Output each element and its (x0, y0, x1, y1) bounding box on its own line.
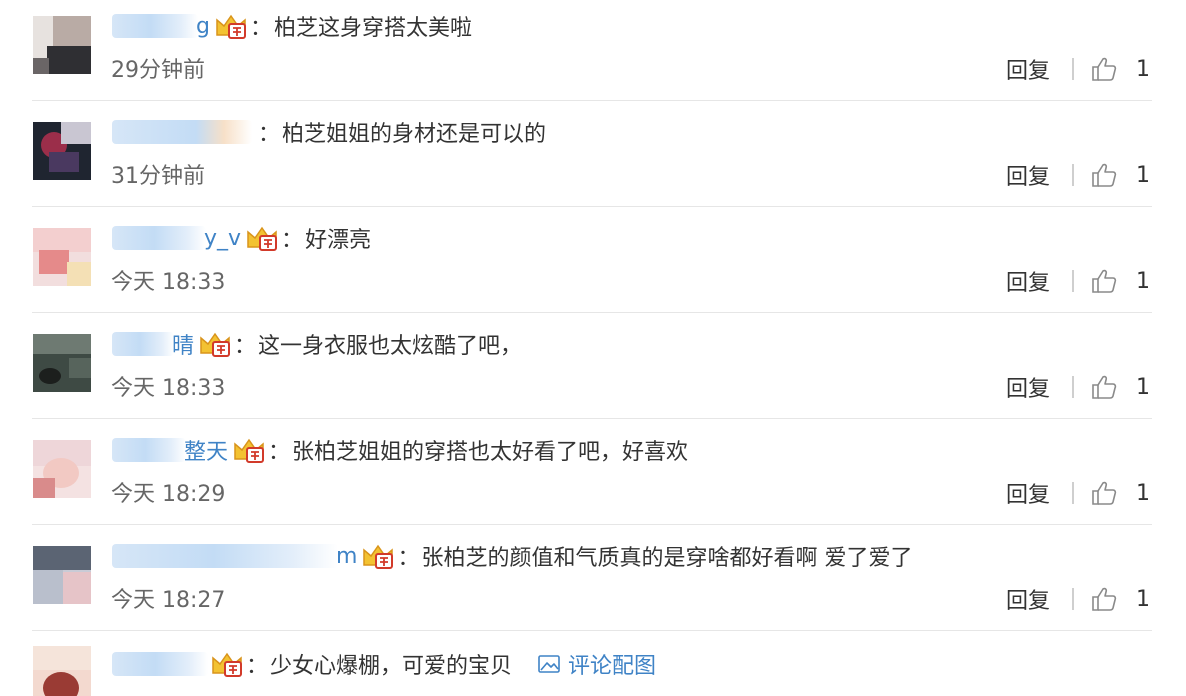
reply-button[interactable]: 回复 (1006, 371, 1050, 403)
avatar[interactable] (33, 228, 91, 286)
reply-button[interactable]: 回复 (1006, 477, 1050, 509)
avatar[interactable] (33, 122, 91, 180)
vip-crown-icon (200, 332, 231, 357)
comment-time: 29分钟前 (111, 58, 205, 83)
thumbs-up-icon[interactable] (1090, 479, 1118, 507)
comment-item: 晴 ： 这一身衣服也太炫酷了吧， 今天 18:33 回复 1 (0, 318, 1186, 424)
username-blurred[interactable] (112, 544, 338, 568)
comment-time: 今天 18:33 (111, 270, 226, 295)
comment-text: 张柏芝姐姐的穿搭也太好看了吧，好喜欢 (292, 440, 689, 465)
comment-item: 整天 ： 张柏芝姐姐的穿搭也太好看了吧，好喜欢 今天 18:29 回复 1 (0, 424, 1186, 530)
comment-actions: 回复 1 (1006, 52, 1150, 86)
like-count: 1 (1136, 162, 1150, 188)
comment-item: ： 柏芝姐姐的身材还是可以的 31分钟前 回复 1 (0, 106, 1186, 212)
like-count: 1 (1136, 374, 1150, 400)
username-blurred[interactable] (112, 226, 206, 250)
reply-button[interactable]: 回复 (1006, 53, 1050, 85)
reply-button[interactable]: 回复 (1006, 159, 1050, 191)
row-divider (32, 100, 1152, 101)
avatar[interactable] (33, 16, 91, 74)
comment-actions: 回复 1 (1006, 158, 1150, 192)
avatar[interactable] (33, 546, 91, 604)
comment-item: ： 少女心爆棚，可爱的宝贝 评论配图 (0, 636, 1186, 696)
comment-text: 这一身衣服也太炫酷了吧， (258, 334, 523, 359)
avatar[interactable] (33, 440, 91, 498)
vip-crown-icon (363, 544, 394, 569)
thumbs-up-icon[interactable] (1090, 161, 1118, 189)
vip-crown-icon (216, 14, 246, 39)
divider (1072, 588, 1074, 610)
username-blurred[interactable] (112, 120, 252, 144)
reply-button[interactable]: 回复 (1006, 265, 1050, 297)
like-count: 1 (1136, 268, 1150, 294)
comment-time: 今天 18:27 (111, 588, 226, 613)
thumbs-up-icon[interactable] (1090, 585, 1118, 613)
reply-button[interactable]: 回复 (1006, 583, 1050, 615)
username[interactable]: 晴 (172, 328, 194, 360)
divider (1072, 270, 1074, 292)
thumbs-up-icon[interactable] (1090, 267, 1118, 295)
row-divider (32, 524, 1152, 525)
colon: ： (268, 440, 291, 465)
colon: ： (249, 16, 272, 41)
row-divider (32, 312, 1152, 313)
colon: ： (397, 546, 420, 571)
comment-text: 柏芝姐姐的身材还是可以的 (282, 122, 547, 147)
comment-image-link[interactable]: 评论配图 (538, 648, 656, 680)
comment-image-label[interactable]: 评论配图 (568, 648, 656, 680)
divider (1072, 482, 1074, 504)
comment-actions: 回复 1 (1006, 264, 1150, 298)
username[interactable]: 整天 (184, 434, 228, 466)
comment-text: 柏芝这身穿搭太美啦 (273, 16, 472, 41)
like-count: 1 (1136, 480, 1150, 506)
comment-item: m ： 张柏芝的颜值和气质真的是穿啥都好看啊 爱了爱了 今天 18:27 回复 … (0, 530, 1186, 636)
like-count: 1 (1136, 586, 1150, 612)
divider (1072, 164, 1074, 186)
comment-text: 好漂亮 (305, 228, 372, 253)
comment-time: 今天 18:29 (111, 482, 226, 507)
comment-text: 少女心爆棚，可爱的宝贝 (270, 654, 513, 679)
thumbs-up-icon[interactable] (1090, 373, 1118, 401)
comment-time: 31分钟前 (111, 164, 205, 189)
username[interactable]: g (196, 14, 210, 39)
row-divider (32, 206, 1152, 207)
vip-crown-icon (247, 226, 278, 251)
username[interactable]: m (336, 544, 357, 569)
divider (1072, 376, 1074, 398)
comment-actions: 回复 1 (1006, 370, 1150, 404)
image-icon (538, 655, 560, 673)
vip-crown-icon (212, 652, 242, 677)
like-count: 1 (1136, 56, 1150, 82)
username-blurred[interactable] (112, 652, 208, 676)
divider (1072, 58, 1074, 80)
username-blurred[interactable] (112, 14, 198, 38)
colon: ： (246, 654, 269, 679)
comment-actions: 回复 1 (1006, 476, 1150, 510)
comment-text: 张柏芝的颜值和气质真的是穿啥都好看啊 爱了爱了 (421, 546, 913, 571)
row-divider (32, 418, 1152, 419)
colon: ： (234, 334, 257, 359)
thumbs-up-icon[interactable] (1090, 55, 1118, 83)
avatar[interactable] (33, 334, 91, 392)
comment-actions: 回复 1 (1006, 582, 1150, 616)
username-blurred[interactable] (112, 332, 174, 356)
avatar[interactable] (33, 646, 91, 696)
vip-crown-icon (234, 438, 265, 463)
comment-item: y_v ： 好漂亮 今天 18:33 回复 1 (0, 212, 1186, 318)
comment-list: g ： 柏芝这身穿搭太美啦 29分钟前 回复 1 ： 柏芝姐姐的身材还是可以的 … (0, 0, 1186, 696)
username[interactable]: y_v (204, 226, 241, 251)
comment-time: 今天 18:33 (111, 376, 226, 401)
username-blurred[interactable] (112, 438, 186, 462)
row-divider (32, 630, 1152, 631)
colon: ： (281, 228, 304, 253)
comment-item: g ： 柏芝这身穿搭太美啦 29分钟前 回复 1 (0, 0, 1186, 106)
colon: ： (258, 122, 281, 147)
